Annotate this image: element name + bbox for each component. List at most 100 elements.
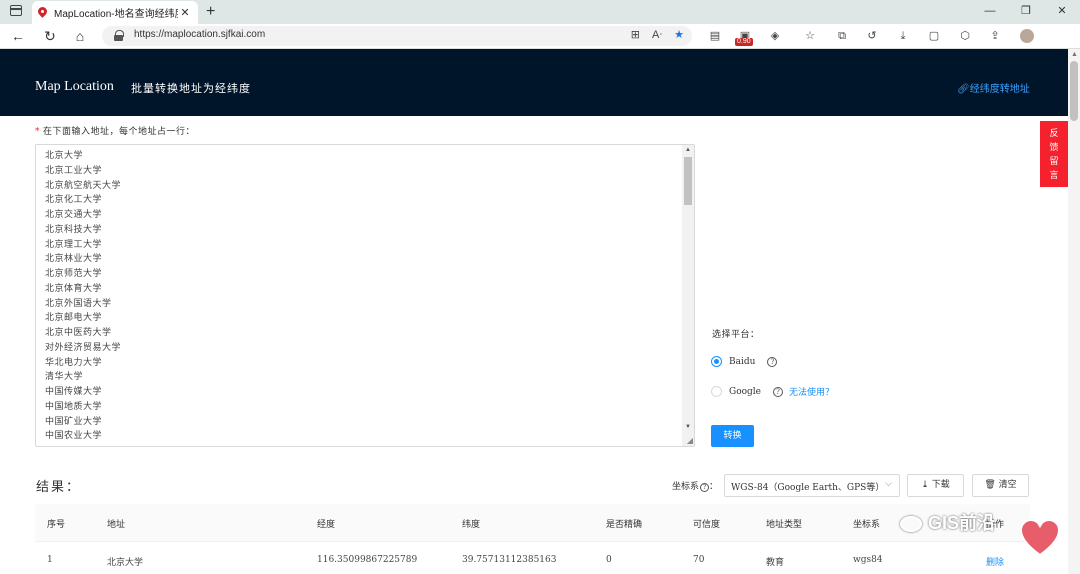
- new-tab-button[interactable]: +: [206, 2, 215, 22]
- profile-avatar[interactable]: [1020, 29, 1034, 43]
- chat-bubble-icon: [900, 516, 922, 533]
- read-aloud-icon[interactable]: Aᐧ: [652, 28, 662, 41]
- page-scrollbar[interactable]: ▲: [1068, 49, 1080, 574]
- extension-badge-icon[interactable]: ▣ 0.90: [735, 27, 755, 46]
- map-pin-icon: [38, 7, 46, 18]
- address-input-label-text: 在下面输入地址，每个地址占一行：: [43, 127, 196, 137]
- extension-icon-2[interactable]: ◈: [765, 27, 785, 45]
- address-line: 北京邮电大学: [45, 313, 103, 324]
- watermark-text: GIS前沿: [928, 513, 996, 533]
- col-address: 地址: [107, 520, 126, 530]
- resize-handle-icon[interactable]: ◢: [687, 436, 693, 445]
- cell-type: 教育: [766, 558, 785, 568]
- address-line: 中国矿业大学: [45, 416, 103, 427]
- platform-option-google[interactable]: Google ? 无法使用？: [711, 385, 834, 398]
- close-window-icon[interactable]: ✕: [1044, 0, 1080, 24]
- feedback-button[interactable]: 反馈留言: [1040, 121, 1068, 187]
- scroll-down-icon[interactable]: ▼: [685, 424, 691, 430]
- address-lines[interactable]: 北京大学 北京工业大学 北京航空航天大学 北京化工大学 北京交通大学 北京科技大学 北京理工…: [45, 149, 121, 444]
- scroll-up-icon[interactable]: ▲: [1071, 51, 1078, 58]
- address-line: 北京航空航天大学: [45, 180, 122, 191]
- address-line: 对外经济贸易大学: [45, 342, 122, 353]
- back-icon[interactable]: ←: [8, 27, 28, 45]
- extensions-icon[interactable]: ⬡: [955, 27, 975, 45]
- downloads-icon[interactable]: ⤓: [893, 27, 913, 45]
- platform-option-baidu[interactable]: Baidu ?: [711, 356, 778, 367]
- address-line: 北京中医药大学: [45, 328, 112, 338]
- page-scroll-thumb[interactable]: [1070, 61, 1078, 121]
- close-tab-icon[interactable]: ✕: [178, 6, 192, 19]
- screenshot-icon[interactable]: ▢: [924, 27, 944, 45]
- col-precise: 是否精确: [606, 520, 643, 530]
- address-line: 北京化工大学: [45, 195, 103, 206]
- refresh-icon[interactable]: ↻: [40, 27, 60, 45]
- feedback-char: 言: [1049, 171, 1059, 181]
- clear-button[interactable]: 🗑︎ 清空: [972, 474, 1029, 497]
- crs-help-icon[interactable]: ?: [700, 483, 710, 492]
- history-icon[interactable]: ↺: [862, 27, 882, 45]
- feedback-char: 留: [1049, 157, 1059, 167]
- browser-toolbar: ← ↻ ⌂ https://maplocation.sjfkai.com ⊞ A…: [0, 24, 1080, 49]
- help-icon[interactable]: ?: [773, 386, 783, 397]
- page-header: Map Location 批量转换地址为经纬度 🔗︎经纬度转地址: [0, 49, 1068, 116]
- address-line: 北京大学: [45, 151, 84, 161]
- radio-baidu-label[interactable]: Baidu: [729, 357, 755, 367]
- convert-button[interactable]: 转换: [711, 425, 754, 447]
- help-icon[interactable]: ?: [767, 356, 778, 367]
- col-crs: 坐标系: [853, 520, 881, 530]
- crs-label: 坐标系?：: [672, 482, 719, 492]
- cell-address: 北京大学: [107, 558, 144, 568]
- feedback-label: 反馈留言: [1040, 127, 1068, 183]
- share-icon[interactable]: ⇪: [985, 27, 1005, 45]
- lock-icon: [114, 30, 124, 41]
- textarea-scroll-thumb[interactable]: [684, 157, 692, 205]
- crs-select[interactable]: WGS-84（Google Earth、GPS等） ⌵: [724, 474, 900, 497]
- tab-actions-icon[interactable]: [10, 5, 22, 16]
- google-help-link[interactable]: 无法使用？: [789, 385, 834, 398]
- address-textarea[interactable]: 北京大学 北京工业大学 北京航空航天大学 北京化工大学 北京交通大学 北京科技大学 北京理工…: [35, 144, 695, 447]
- radio-google-label[interactable]: Google: [729, 387, 761, 397]
- address-line: 北京体育大学: [45, 283, 103, 294]
- download-button[interactable]: ⤓ 下载: [907, 474, 964, 497]
- feedback-char: 馈: [1049, 143, 1059, 153]
- col-index: 序号: [47, 520, 66, 530]
- minimize-icon[interactable]: —: [972, 0, 1008, 24]
- address-bar[interactable]: https://maplocation.sjfkai.com ⊞ Aᐧ ★: [102, 26, 692, 46]
- cell-precise: 0: [606, 555, 612, 565]
- chevron-down-icon: ⌵: [885, 479, 892, 489]
- browser-tab-bar: MapLocation-地名查询经纬度|地 ✕ + — ❐ ✕: [0, 0, 1080, 24]
- address-line: 华北电力大学: [45, 357, 103, 368]
- apps-icon[interactable]: ⊞: [631, 28, 640, 41]
- textarea-scrollbar[interactable]: ▲ ▼: [682, 145, 694, 446]
- collections-icon[interactable]: ⧉: [832, 27, 852, 45]
- address-line: 北京师范大学: [45, 269, 103, 279]
- heart-icon: [1020, 519, 1060, 557]
- reverse-geocode-link[interactable]: 🔗︎经纬度转地址: [957, 80, 1030, 95]
- site-brand[interactable]: Map Location: [35, 79, 114, 95]
- browser-tab[interactable]: MapLocation-地名查询经纬度|地 ✕: [32, 1, 198, 24]
- favorites-icon[interactable]: ☆: [800, 27, 820, 45]
- address-line: 北京科技大学: [45, 224, 103, 235]
- home-icon[interactable]: ⌂: [70, 27, 90, 45]
- extension-badge-count: 0.90: [735, 38, 753, 46]
- reverse-geocode-label: 经纬度转地址: [969, 84, 1030, 95]
- address-line: 清华大学: [45, 372, 84, 383]
- table-row: 1 北京大学 116.35099867225789 39.75713112385…: [35, 542, 1030, 574]
- favorite-star-icon[interactable]: ★: [674, 28, 684, 41]
- address-line: 北京工业大学: [45, 165, 103, 176]
- radio-baidu[interactable]: [711, 356, 722, 367]
- radio-google[interactable]: [711, 386, 722, 397]
- col-lat: 纬度: [462, 520, 481, 530]
- address-line: 中国传媒大学: [45, 387, 103, 397]
- delete-row-link[interactable]: 删除: [986, 555, 1004, 568]
- maximize-icon[interactable]: ❐: [1008, 0, 1044, 24]
- address-input-label: * 在下面输入地址，每个地址占一行：: [35, 124, 195, 137]
- crs-selected-value: WGS-84（Google Earth、GPS等）: [731, 483, 885, 493]
- watermark: GIS前沿: [900, 509, 995, 535]
- scroll-up-icon[interactable]: ▲: [685, 147, 691, 153]
- address-line: 中国农业大学: [45, 431, 103, 442]
- trash-icon: 🗑︎: [984, 480, 996, 490]
- extension-icon[interactable]: ▤: [705, 27, 725, 45]
- url-text[interactable]: https://maplocation.sjfkai.com: [134, 29, 265, 40]
- col-type: 地址类型: [766, 520, 803, 530]
